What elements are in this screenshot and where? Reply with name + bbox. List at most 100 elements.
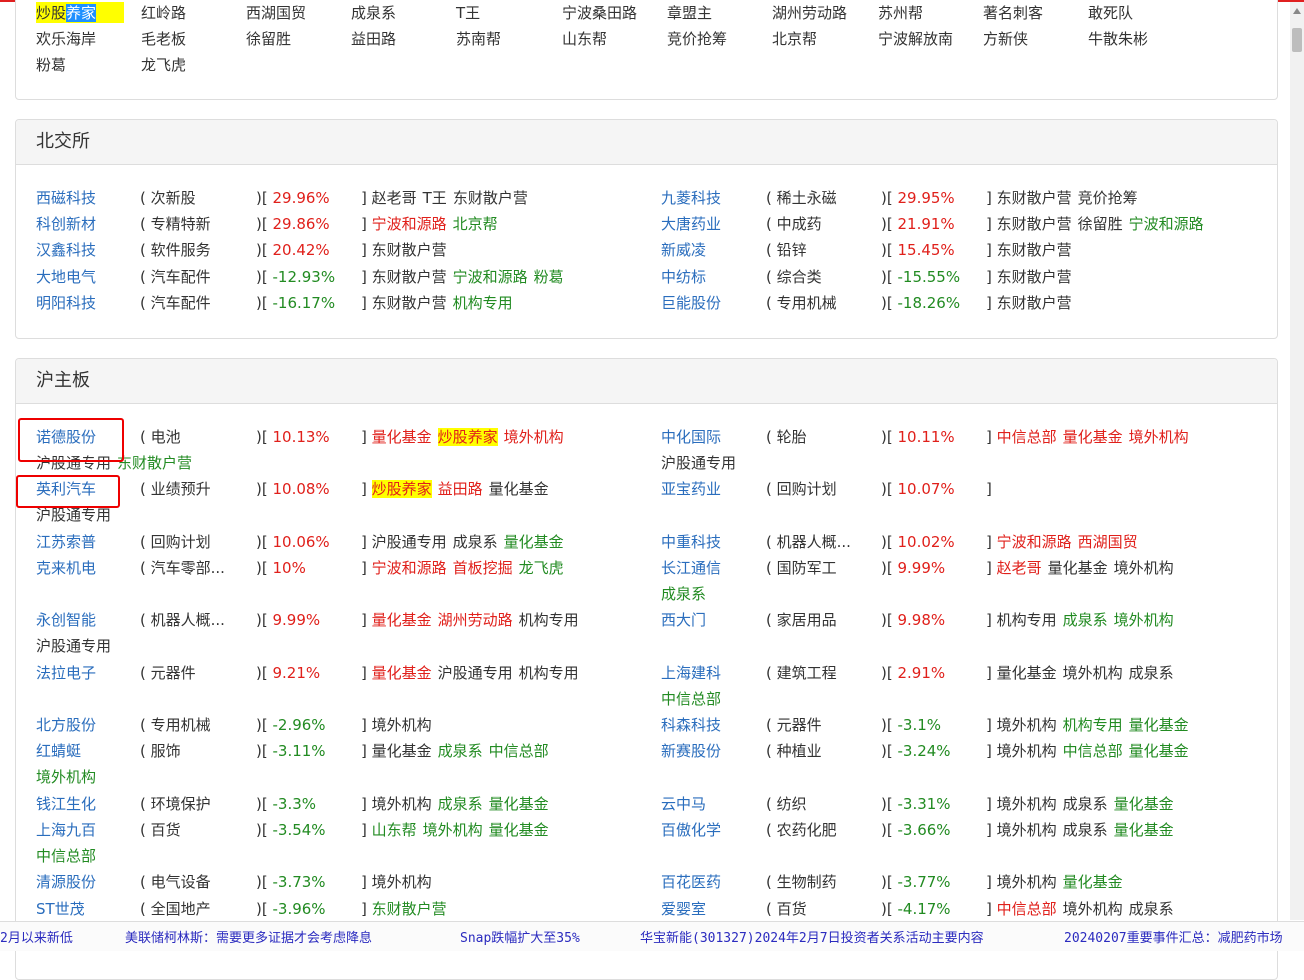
- stock-name-link[interactable]: 新赛股份: [661, 739, 721, 763]
- seat-filter-item[interactable]: 毛老板: [141, 28, 186, 49]
- seat-tag[interactable]: 宁波和源路: [453, 268, 528, 286]
- seat-filter-item[interactable]: 苏南帮: [456, 28, 501, 49]
- stock-name-link[interactable]: 大地电气: [36, 265, 96, 289]
- seat-filter-item[interactable]: 红岭路: [141, 2, 186, 23]
- seat-filter-item[interactable]: 西湖国贸: [246, 2, 306, 23]
- seat-tag[interactable]: 成泉系: [1063, 821, 1108, 839]
- scroll-thumb[interactable]: [1292, 28, 1302, 52]
- seat-tag[interactable]: 境外机构: [1063, 664, 1123, 682]
- seat-tag[interactable]: 沪股通专用: [372, 533, 447, 551]
- seat-filter-item[interactable]: 宁波解放南: [878, 28, 953, 49]
- seat-tag[interactable]: 量化基金: [1114, 795, 1174, 813]
- seat-tag[interactable]: 境外机构: [36, 768, 96, 786]
- seat-tag[interactable]: 成泉系: [661, 585, 706, 603]
- stock-name-link[interactable]: 长江通信: [661, 556, 721, 580]
- seat-tag[interactable]: 宁波和源路: [1129, 215, 1204, 233]
- ticker-item[interactable]: Snap跌幅扩大至35%: [460, 927, 580, 946]
- seat-tag[interactable]: 量化基金: [372, 742, 432, 760]
- seat-tag[interactable]: 沪股通专用: [36, 637, 111, 655]
- seat-tag[interactable]: 中信总部: [489, 742, 549, 760]
- seat-tag[interactable]: 量化基金: [372, 428, 432, 446]
- seat-filter-item[interactable]: 竞价抢筹: [667, 28, 727, 49]
- seat-filter-item[interactable]: 敢死队: [1088, 2, 1133, 23]
- seat-tag[interactable]: 粉葛: [534, 268, 564, 286]
- seat-tag[interactable]: 宁波和源路: [372, 559, 447, 577]
- stock-name-link[interactable]: 西大门: [661, 608, 706, 632]
- seat-tag[interactable]: 沪股通专用: [438, 664, 513, 682]
- stock-name-link[interactable]: 上海建科: [661, 661, 721, 685]
- seat-filter-item[interactable]: 成泉系: [351, 2, 396, 23]
- seat-filter-item[interactable]: 欢乐海岸: [36, 28, 96, 49]
- seat-tag[interactable]: 量化基金: [372, 611, 432, 629]
- seat-tag[interactable]: 量化基金: [1129, 742, 1189, 760]
- seat-tag[interactable]: 境外机构: [1129, 428, 1189, 446]
- seat-tag[interactable]: 境外机构: [372, 873, 432, 891]
- stock-name-link[interactable]: 红蜻蜓: [36, 739, 81, 763]
- seat-tag[interactable]: 湖州劳动路: [438, 611, 513, 629]
- stock-name-link[interactable]: 科创新材: [36, 212, 96, 236]
- seat-filter-item[interactable]: 苏州帮: [878, 2, 923, 23]
- seat-tag[interactable]: 益田路: [438, 480, 483, 498]
- seat-tag[interactable]: 东财散户营: [997, 215, 1072, 233]
- stock-name-link[interactable]: 克来机电: [36, 556, 96, 580]
- stock-name-link[interactable]: 百花医药: [661, 870, 721, 894]
- seat-filter-item[interactable]: 湖州劳动路: [772, 2, 847, 23]
- scrollbar[interactable]: [1290, 2, 1304, 920]
- seat-tag[interactable]: 龙飞虎: [519, 559, 564, 577]
- seat-tag[interactable]: 首板挖掘: [453, 559, 513, 577]
- seat-tag[interactable]: 徐留胜: [1078, 215, 1123, 233]
- seat-tag[interactable]: 成泉系: [438, 795, 483, 813]
- seat-tag[interactable]: 量化基金: [1114, 821, 1174, 839]
- seat-tag[interactable]: 境外机构: [997, 716, 1057, 734]
- seat-tag[interactable]: 机构专用: [1063, 716, 1123, 734]
- stock-name-link[interactable]: ST世茂: [36, 897, 85, 921]
- seat-tag[interactable]: 中信总部: [997, 428, 1057, 446]
- seat-tag[interactable]: 境外机构: [1114, 611, 1174, 629]
- seat-tag[interactable]: 宁波和源路: [372, 215, 447, 233]
- seat-tag[interactable]: 量化基金: [1129, 716, 1189, 734]
- seat-tag[interactable]: 机构专用: [453, 294, 513, 312]
- stock-name-link[interactable]: 巨能股份: [661, 291, 721, 315]
- seat-tag[interactable]: 中信总部: [661, 690, 721, 708]
- seat-tag[interactable]: 北京帮: [453, 215, 498, 233]
- seat-filter-item[interactable]: T王: [456, 2, 480, 23]
- seat-tag[interactable]: 境外机构: [372, 716, 432, 734]
- seat-tag[interactable]: 东财散户营: [997, 241, 1072, 259]
- seat-tag[interactable]: 东财散户营: [372, 268, 447, 286]
- stock-name-link[interactable]: 江苏索普: [36, 530, 96, 554]
- seat-tag[interactable]: 东财散户营: [997, 189, 1072, 207]
- seat-tag[interactable]: 炒股养家: [437, 428, 498, 446]
- seat-tag[interactable]: 东财散户营: [372, 294, 447, 312]
- stock-name-link[interactable]: 中重科技: [661, 530, 721, 554]
- ticker-item[interactable]: 2月以来新低: [0, 927, 73, 946]
- seat-tag[interactable]: 中信总部: [36, 847, 96, 865]
- seat-tag[interactable]: 境外机构: [997, 795, 1057, 813]
- stock-name-link[interactable]: 汉鑫科技: [36, 238, 96, 262]
- seat-tag[interactable]: 境外机构: [997, 821, 1057, 839]
- seat-tag[interactable]: 沪股通专用: [36, 506, 111, 524]
- seat-tag[interactable]: 中信总部: [1063, 742, 1123, 760]
- stock-name-link[interactable]: 北方股份: [36, 713, 96, 737]
- seat-tag[interactable]: 沪股通专用: [661, 454, 736, 472]
- seat-tag[interactable]: 炒股养家: [371, 480, 432, 499]
- seat-tag[interactable]: 成泉系: [1063, 795, 1108, 813]
- seat-tag[interactable]: 量化基金: [1048, 559, 1108, 577]
- seat-tag[interactable]: 东财散户营: [117, 454, 192, 472]
- seat-tag[interactable]: 量化基金: [1063, 428, 1123, 446]
- seat-tag[interactable]: 成泉系: [1129, 664, 1174, 682]
- seat-tag[interactable]: 宁波和源路: [997, 533, 1072, 551]
- seat-tag[interactable]: 赵老哥: [997, 559, 1042, 577]
- ticker-item[interactable]: 美联储柯林斯：需要更多证据才会考虑降息: [125, 927, 372, 946]
- stock-name-link[interactable]: 清源股份: [36, 870, 96, 894]
- seat-tag[interactable]: 量化基金: [489, 480, 549, 498]
- seat-tag[interactable]: 量化基金: [1063, 873, 1123, 891]
- seat-tag[interactable]: 中信总部: [997, 900, 1057, 918]
- seat-filter-item[interactable]: 益田路: [351, 28, 396, 49]
- seat-tag[interactable]: 成泉系: [438, 742, 483, 760]
- ticker-item[interactable]: 20240207重要事件汇总：减肥药市场: [1064, 927, 1283, 946]
- seat-tag[interactable]: 境外机构: [1063, 900, 1123, 918]
- seat-tag[interactable]: 境外机构: [423, 821, 483, 839]
- ticker-item[interactable]: 华宝新能(301327)2024年2月7日投资者关系活动主要内容: [640, 927, 984, 946]
- seat-tag[interactable]: 量化基金: [997, 664, 1057, 682]
- seat-filter-item[interactable]: 北京帮: [772, 28, 817, 49]
